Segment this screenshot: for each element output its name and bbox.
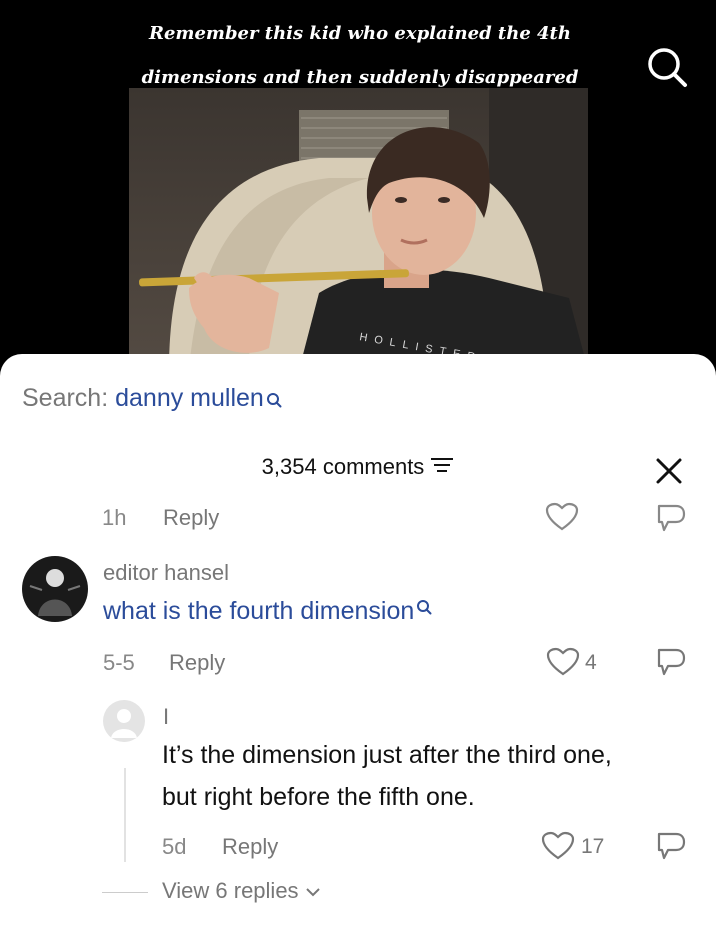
reply-text-line-1: It’s the dimension just after the third … — [162, 741, 612, 769]
reply-date: 5d — [162, 834, 187, 859]
search-suggestion-term[interactable]: danny mullen — [115, 384, 264, 412]
caption-line-1: Remember this kid who explained the 4th — [149, 23, 571, 44]
comment-timestamp: 1h — [102, 505, 127, 530]
search-icon — [266, 386, 282, 415]
avatar[interactable] — [103, 700, 145, 742]
search-suggestion[interactable]: Search: danny mullen — [22, 384, 282, 415]
avatar[interactable] — [22, 556, 88, 622]
comment-username[interactable]: editor hansel — [103, 560, 229, 586]
reply-button[interactable]: Reply — [222, 834, 278, 860]
chevron-down-icon — [305, 888, 320, 897]
reply-text[interactable]: It’s the dimension just after the third … — [162, 734, 612, 818]
comment-text[interactable]: what is the fourth dimension — [103, 597, 432, 626]
reply-button[interactable]: Reply — [163, 505, 219, 531]
video-caption: Remember this kid who explained the 4th … — [140, 12, 580, 100]
view-replies-label: View 6 replies — [162, 878, 299, 903]
comments-header: 3,354 comments — [0, 454, 716, 481]
like-count: 4 — [585, 651, 597, 674]
view-replies-divider — [102, 892, 148, 893]
comment-text-value[interactable]: what is the fourth dimension — [103, 597, 414, 625]
dislike-icon[interactable] — [656, 647, 688, 682]
heart-icon[interactable] — [546, 647, 580, 682]
close-icon — [656, 458, 682, 484]
video-player[interactable]: Remember this kid who explained the 4th … — [0, 0, 716, 370]
heart-icon[interactable] — [545, 502, 579, 537]
search-suggestion-prefix: Search: — [22, 384, 109, 412]
video-still-image: HOLLISTER — [139, 88, 588, 370]
filter-icon[interactable] — [430, 455, 454, 481]
comments-count: 3,354 comments — [261, 454, 425, 479]
close-button[interactable] — [654, 456, 684, 486]
search-button[interactable] — [644, 44, 690, 90]
comments-sheet: Search: danny mullen 3,354 comments 1h R… — [0, 354, 716, 925]
view-replies-button[interactable]: View 6 replies — [162, 878, 321, 904]
search-icon — [417, 600, 432, 615]
dislike-icon[interactable] — [656, 831, 688, 866]
thread-line — [124, 768, 126, 862]
reply-username[interactable]: I — [163, 704, 169, 730]
reply-text-line-2: but right before the fifth one. — [162, 783, 475, 811]
reply-button[interactable]: Reply — [169, 650, 225, 676]
dislike-icon[interactable] — [656, 503, 688, 538]
like-count: 17 — [581, 835, 605, 858]
video-frame: HOLLISTER — [129, 88, 588, 370]
search-icon — [648, 48, 687, 87]
heart-icon[interactable] — [541, 831, 575, 866]
comment-date: 5-5 — [103, 650, 135, 675]
